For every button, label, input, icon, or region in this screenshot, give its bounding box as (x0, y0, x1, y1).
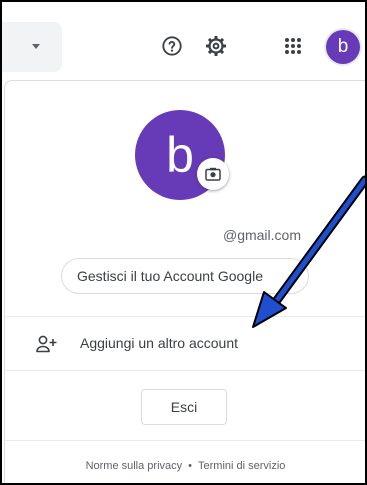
annotation-arrow-icon (252, 175, 365, 328)
screenshot-frame: b b @gmail.com Gestisci il tuo Account G… (0, 0, 367, 485)
